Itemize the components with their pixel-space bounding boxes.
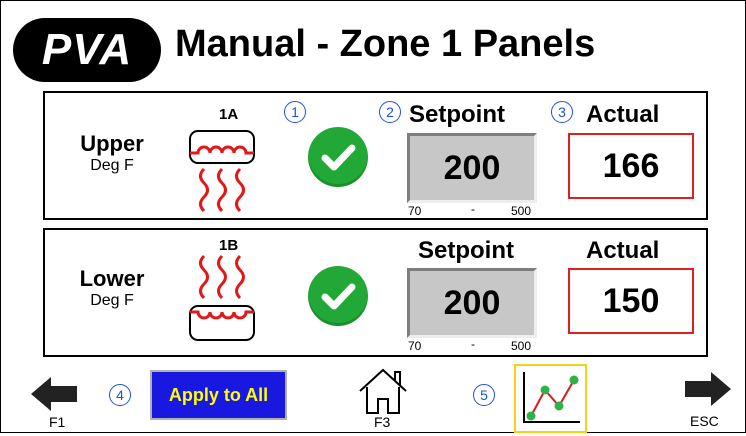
check-icon: [308, 266, 368, 326]
check-icon: [308, 127, 368, 187]
zone-name: Lower: [79, 266, 145, 291]
page-title: Manual - Zone 1 Panels: [175, 23, 596, 65]
callout-badge-1: 1: [284, 101, 306, 123]
callout-badge-3: 3: [551, 101, 573, 123]
zone-panel-lower: Lower Deg F 1B Setpoint 200 70 - 500 Act…: [43, 228, 708, 357]
back-button[interactable]: F1: [29, 374, 79, 430]
line-chart-icon: [523, 372, 580, 423]
callout-badge-4: 4: [109, 384, 131, 406]
range-max: 500: [511, 204, 532, 218]
actual-value: 150: [568, 268, 694, 334]
zone-label-upper: Upper Deg F: [75, 131, 149, 175]
next-button[interactable]: ESC: [681, 369, 737, 431]
range-max: 500: [511, 339, 532, 353]
logo-text: PVA: [41, 25, 133, 74]
zone-panel-upper: Upper Deg F 1A 1 2 Setpoint 200 70 - 500…: [43, 91, 708, 220]
callout-badge-2: 2: [379, 101, 401, 123]
range-min: 70: [408, 204, 422, 218]
callout-badge-5: 5: [473, 384, 495, 406]
pva-logo: PVA: [13, 18, 161, 82]
zone-unit: Deg F: [90, 292, 134, 309]
screen-frame: PVA Manual - Zone 1 Panels Upper Deg F 1…: [0, 0, 746, 433]
heater-bottom-icon: [189, 254, 255, 341]
range-min: 70: [408, 339, 422, 353]
setpoint-input[interactable]: 200: [407, 268, 537, 338]
home-icon: [359, 368, 407, 414]
range-sep: -: [471, 202, 475, 216]
heater-label: 1A: [219, 106, 239, 123]
f1-key-label: F1: [49, 414, 66, 430]
home-button[interactable]: F3: [355, 367, 411, 431]
heater-top-icon: [189, 130, 255, 213]
actual-header: Actual: [586, 101, 660, 128]
arrow-left-icon: [31, 377, 77, 411]
f3-key-label: F3: [374, 414, 391, 430]
trend-button[interactable]: [514, 364, 587, 433]
arrow-right-icon: [685, 372, 731, 406]
setpoint-header: Setpoint: [418, 237, 514, 264]
apply-to-all-button[interactable]: Apply to All: [150, 370, 287, 420]
zone-label-lower: Lower Deg F: [75, 266, 149, 310]
range-sep: -: [471, 337, 475, 351]
esc-key-label: ESC: [690, 413, 719, 429]
zone-name: Upper: [80, 131, 144, 156]
setpoint-input[interactable]: 200: [407, 133, 537, 203]
actual-header: Actual: [586, 237, 660, 264]
zone-unit: Deg F: [90, 157, 134, 174]
setpoint-header: Setpoint: [409, 101, 505, 128]
actual-value: 166: [568, 133, 694, 199]
heater-label: 1B: [219, 237, 239, 254]
